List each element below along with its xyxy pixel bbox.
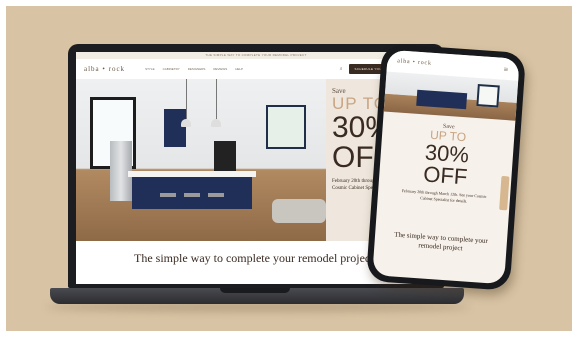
bar-stool — [184, 193, 200, 219]
island-countertop — [128, 171, 256, 177]
nav-link-help[interactable]: HELP — [235, 67, 243, 71]
phone-offer-dates: February 20th through March 12th. See yo… — [401, 187, 487, 204]
site-logo[interactable]: alba • rock — [84, 65, 125, 73]
bar-stool — [208, 193, 224, 219]
pendant-lamp — [211, 119, 221, 127]
menu-icon[interactable]: ≡ — [503, 64, 509, 73]
laptop-notch — [220, 288, 290, 293]
phone-kitchen-island — [416, 89, 468, 110]
sofa — [272, 199, 326, 223]
pendant-cord — [186, 79, 187, 119]
phone-logo[interactable]: alba • rock — [397, 58, 432, 66]
kitchen-photo — [76, 79, 326, 241]
nav-link-reviews[interactable]: REVIEWS — [213, 67, 227, 71]
nav-link-cabinetry[interactable]: CABINETRY — [163, 67, 180, 71]
phone-offer: Save UP TO 30% OFF February 20th through… — [378, 112, 516, 208]
bar-stool — [160, 193, 176, 219]
phone-kitchen-window — [476, 84, 500, 108]
nav-links: STYLE CABINETRY DESIGNERS REVIEWS HELP — [145, 67, 243, 71]
phone-tagline: The simple way to complete your remodel … — [393, 230, 489, 253]
nav-link-style[interactable]: STYLE — [145, 67, 155, 71]
search-icon[interactable]: ⌕ — [340, 66, 343, 72]
upper-cabinet — [164, 109, 186, 147]
nav-link-designers[interactable]: DESIGNERS — [188, 67, 206, 71]
pendant-lamp — [181, 119, 191, 127]
phone-screen: alba • rock ≡ Save UP TO 30% OFF Februar… — [372, 49, 520, 285]
tagline: The simple way to complete your remodel … — [134, 251, 374, 265]
product-mockup-background: THE SIMPLE WAY TO COMPLETE YOUR REMODEL … — [6, 6, 572, 331]
phone-frame: alba • rock ≡ Save UP TO 30% OFF Februar… — [365, 43, 527, 291]
pendant-cord — [216, 79, 217, 119]
kitchen-window-right — [266, 105, 306, 149]
